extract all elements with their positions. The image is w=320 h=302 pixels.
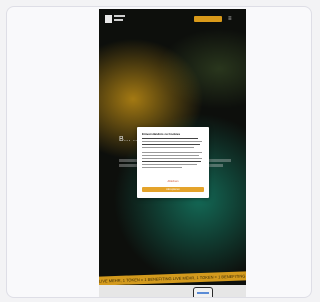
consent-text-line [142, 155, 199, 157]
consent-text-line [142, 167, 182, 169]
consent-text-line [142, 144, 200, 146]
consent-text-line [142, 152, 202, 154]
top-navigation-bar: ≡ [99, 9, 246, 31]
consent-text-line [142, 138, 198, 140]
mobile-page-preview: ≡ B… …nd LIVE MEHR, 1 TOKEN = 1 BENEFITI… [99, 9, 246, 297]
ticker-banner: LIVE MEHR, 1 TOKEN = 1 BENEFITING LIVE M… [99, 271, 246, 286]
phone-screen-bar [197, 292, 209, 294]
consent-text-line [142, 164, 197, 166]
hamburger-icon[interactable]: ≡ [228, 16, 234, 22]
consent-title: Einverständnis zu Cookies [142, 132, 181, 136]
lower-section [99, 285, 246, 297]
consent-text-line [142, 141, 202, 143]
brand-logo[interactable] [105, 15, 112, 23]
decline-cookies-link[interactable]: Ablehnen [163, 180, 183, 184]
cookie-consent-dialog: Einverständnis zu Cookies Ablehnen Akzep… [137, 127, 209, 198]
consent-text-line [142, 161, 201, 163]
phone-illustration [193, 287, 213, 297]
preview-card: ≡ B… …nd LIVE MEHR, 1 TOKEN = 1 BENEFITI… [6, 6, 312, 298]
brand-wordmark-line [114, 15, 125, 17]
consent-text-line [142, 147, 194, 149]
header-cta-button[interactable] [194, 16, 222, 22]
accept-cookies-button[interactable]: Akzeptieren [142, 187, 204, 192]
consent-text-line [142, 158, 202, 160]
brand-wordmark-line [114, 19, 123, 21]
